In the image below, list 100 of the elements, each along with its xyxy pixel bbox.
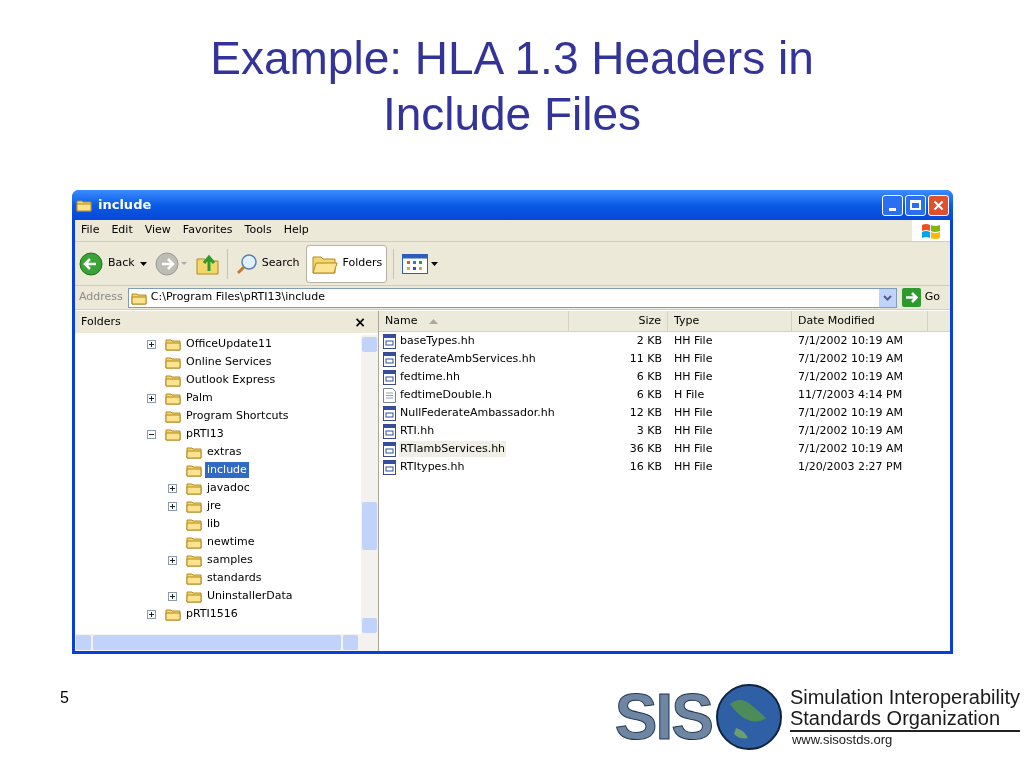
folder-icon [186,535,202,549]
folder-tree-item[interactable]: Outlook Express [184,371,278,389]
sort-ascending-icon [429,318,439,324]
expand-toggle[interactable] [147,609,156,619]
close-pane-button[interactable]: × [354,311,372,333]
folder-tree-item[interactable]: Online Services [184,353,274,371]
views-button[interactable] [400,253,441,274]
folder-icon [76,198,92,212]
menu-item[interactable]: Help [277,222,315,239]
column-header[interactable]: Name [379,311,569,331]
folder-tree-item[interactable]: pRTI1516 [184,605,240,623]
address-field[interactable]: C:\Program Files\pRTI13\include [127,287,897,308]
search-button[interactable]: Search [233,252,302,275]
expand-toggle[interactable] [168,591,177,601]
folder-tree-item[interactable]: pRTI13 [184,425,226,443]
folder-icon [165,391,181,405]
folder-icon [165,409,181,423]
file-size: 16 KB [628,458,663,475]
folder-tree-item[interactable]: standards [205,569,264,587]
folder-icon [186,463,202,477]
file-name[interactable]: federateAmbServices.hh [399,350,537,368]
folder-tree-item[interactable]: newtime [205,533,257,551]
file-date: 11/7/2003 4:14 PM [797,386,904,403]
menu-item[interactable]: File [75,222,106,239]
file-date: 7/1/2002 10:19 AM [797,368,905,385]
folder-icon [165,607,181,621]
dropdown-button[interactable] [878,288,896,307]
vertical-scrollbar[interactable] [361,335,378,634]
folder-tree-item[interactable]: include [205,461,249,479]
file-type: H File [673,386,706,403]
file-name[interactable]: fedtime.hh [399,368,461,386]
folder-tree-item[interactable]: OfficeUpdate11 [184,335,274,353]
folder-tree-item[interactable]: javadoc [205,479,252,497]
column-header[interactable]: Type [668,311,792,331]
file-type: HH File [673,458,714,475]
file-size: 11 KB [628,350,663,367]
organization-name: Simulation Interoperability [789,686,1020,707]
expand-toggle[interactable] [168,555,177,565]
source-file-icon [383,333,396,349]
file-name[interactable]: fedtimeDouble.h [399,386,493,404]
back-button[interactable]: Back [79,251,151,276]
menu-item[interactable]: View [138,222,177,239]
minimize-button[interactable] [882,194,903,216]
folder-tree-item[interactable]: lib [205,515,223,533]
file-date: 7/1/2002 10:19 AM [797,332,905,349]
file-name[interactable]: RTItypes.hh [399,458,466,476]
folder-tree-item[interactable]: extras [205,443,244,461]
expand-toggle[interactable] [168,483,177,493]
file-date: 7/1/2002 10:19 AM [797,350,905,367]
search-icon [235,252,258,275]
horizontal-scrollbar[interactable] [75,634,378,651]
expand-toggle[interactable] [168,501,177,511]
folder-icon [130,290,147,305]
folder-icon [165,355,181,369]
source-file-icon [383,441,396,457]
column-header[interactable]: Size [569,311,668,331]
expand-toggle[interactable] [147,339,156,349]
file-size: 12 KB [628,404,663,421]
folder-tree-item[interactable]: Palm [184,389,215,407]
folder-tree-item[interactable]: jre [205,497,224,515]
file-type: HH File [673,440,714,457]
go-button[interactable]: Go [899,288,948,307]
collapse-toggle[interactable] [147,429,156,439]
menu-item[interactable]: Tools [238,222,278,239]
file-date: 1/20/2003 2:27 PM [797,458,904,475]
close-icon [933,199,944,211]
file-size: 6 KB [635,386,663,403]
file-type: HH File [673,350,714,367]
folder-tree-item[interactable]: UninstallerData [205,587,295,605]
folder-icon [186,589,202,603]
file-type: HH File [673,368,714,385]
view-grid-icon [402,253,429,274]
folder-icon [165,373,181,387]
menu-item[interactable]: Favorites [176,222,239,239]
file-name[interactable]: NullFederateAmbassador.hh [399,404,556,422]
window-title: include [98,196,152,215]
folders-button[interactable]: Folders [305,244,388,283]
menu-item[interactable]: Edit [105,222,139,239]
go-arrow-icon [901,288,921,307]
folder-tree-item[interactable]: samples [205,551,255,569]
close-button[interactable] [928,194,949,216]
folder-tree-item[interactable]: Program Shortcuts [184,407,291,425]
file-name[interactable]: RTI.hh [399,422,436,440]
file-size: 2 KB [635,332,663,349]
column-header[interactable]: Date Modified [792,311,928,331]
folder-icon [186,445,202,459]
caret-icon [431,261,439,266]
source-file-icon [383,423,396,439]
folder-icon [186,517,202,531]
folder-icon [165,427,181,441]
folder-icon [186,553,202,567]
file-name[interactable]: baseTypes.hh [399,332,476,350]
expand-toggle[interactable] [147,393,156,403]
file-name[interactable]: RTIambServices.hh [399,440,507,458]
source-file-icon [383,405,396,421]
source-file-icon [383,369,396,385]
maximize-button[interactable] [905,194,926,216]
chevron-down-icon [882,294,892,301]
pane-title: Folders [81,313,121,330]
slide-title: Example: HLA 1.3 Headers in Include Files [209,31,815,142]
